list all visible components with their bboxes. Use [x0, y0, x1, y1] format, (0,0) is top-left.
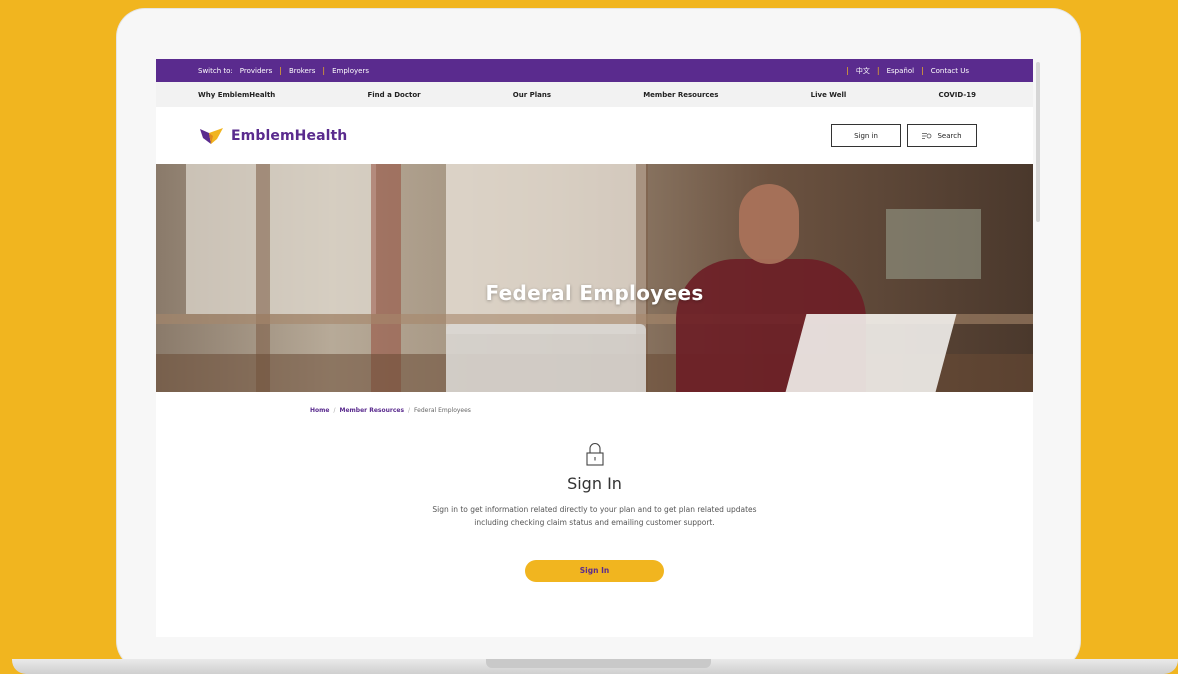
- breadcrumb-member-resources[interactable]: Member Resources: [340, 407, 405, 414]
- browser-screen: Switch to: Providers | Brokers | Employe…: [156, 59, 1033, 637]
- link-employers[interactable]: Employers: [332, 67, 369, 75]
- breadcrumb-current: Federal Employees: [414, 407, 471, 414]
- lock-icon: [585, 442, 604, 470]
- hero-papers: [785, 314, 957, 392]
- sign-in-button[interactable]: Sign In: [525, 560, 664, 582]
- signin-section: Sign In Sign in to get information relat…: [156, 442, 1033, 582]
- hero-sign: [886, 209, 981, 279]
- main-nav: Why EmblemHealth Find a Doctor Our Plans…: [156, 82, 1033, 107]
- separator: |: [921, 66, 924, 75]
- search-icon: [922, 132, 932, 139]
- hero-person-head: [739, 184, 799, 264]
- header-sign-in-button[interactable]: Sign in: [831, 124, 901, 147]
- nav-why-emblemhealth[interactable]: Why EmblemHealth: [198, 91, 275, 99]
- hero-window-center: [446, 164, 646, 334]
- logo-text: EmblemHealth: [231, 127, 348, 144]
- signin-description: Sign in to get information related direc…: [432, 505, 757, 527]
- search-label: Search: [937, 131, 962, 140]
- breadcrumb: Home / Member Resources / Federal Employ…: [310, 407, 1033, 414]
- hero-title: Federal Employees: [485, 281, 704, 305]
- scrollbar[interactable]: [1036, 62, 1040, 222]
- nav-member-resources[interactable]: Member Resources: [643, 91, 718, 99]
- signin-title: Sign In: [567, 474, 622, 493]
- link-providers[interactable]: Providers: [240, 67, 272, 75]
- link-brokers[interactable]: Brokers: [289, 67, 315, 75]
- separator: |: [279, 66, 282, 75]
- link-spanish[interactable]: Español: [887, 67, 914, 75]
- utility-bar: Switch to: Providers | Brokers | Employe…: [156, 59, 1033, 82]
- nav-covid-19[interactable]: COVID-19: [938, 91, 976, 99]
- nav-live-well[interactable]: Live Well: [811, 91, 847, 99]
- breadcrumb-separator: /: [408, 407, 411, 414]
- separator: |: [846, 66, 849, 75]
- hero-laptop: [446, 324, 646, 392]
- emblemhealth-logo-icon: [200, 127, 223, 144]
- nav-our-plans[interactable]: Our Plans: [513, 91, 551, 99]
- header-search-button[interactable]: Search: [907, 124, 977, 147]
- hero-banner: Federal Employees: [156, 164, 1033, 392]
- separator: |: [876, 66, 880, 75]
- laptop-notch: [486, 659, 711, 668]
- nav-find-a-doctor[interactable]: Find a Doctor: [367, 91, 420, 99]
- switch-to-label: Switch to:: [198, 66, 233, 75]
- link-chinese[interactable]: 中文: [856, 66, 870, 76]
- breadcrumb-separator: /: [333, 407, 336, 414]
- logo-link[interactable]: EmblemHealth: [200, 127, 348, 144]
- link-contact-us[interactable]: Contact Us: [931, 67, 969, 75]
- site-header: EmblemHealth Sign in Search: [156, 107, 1033, 164]
- breadcrumb-home[interactable]: Home: [310, 407, 329, 414]
- separator: |: [322, 66, 326, 75]
